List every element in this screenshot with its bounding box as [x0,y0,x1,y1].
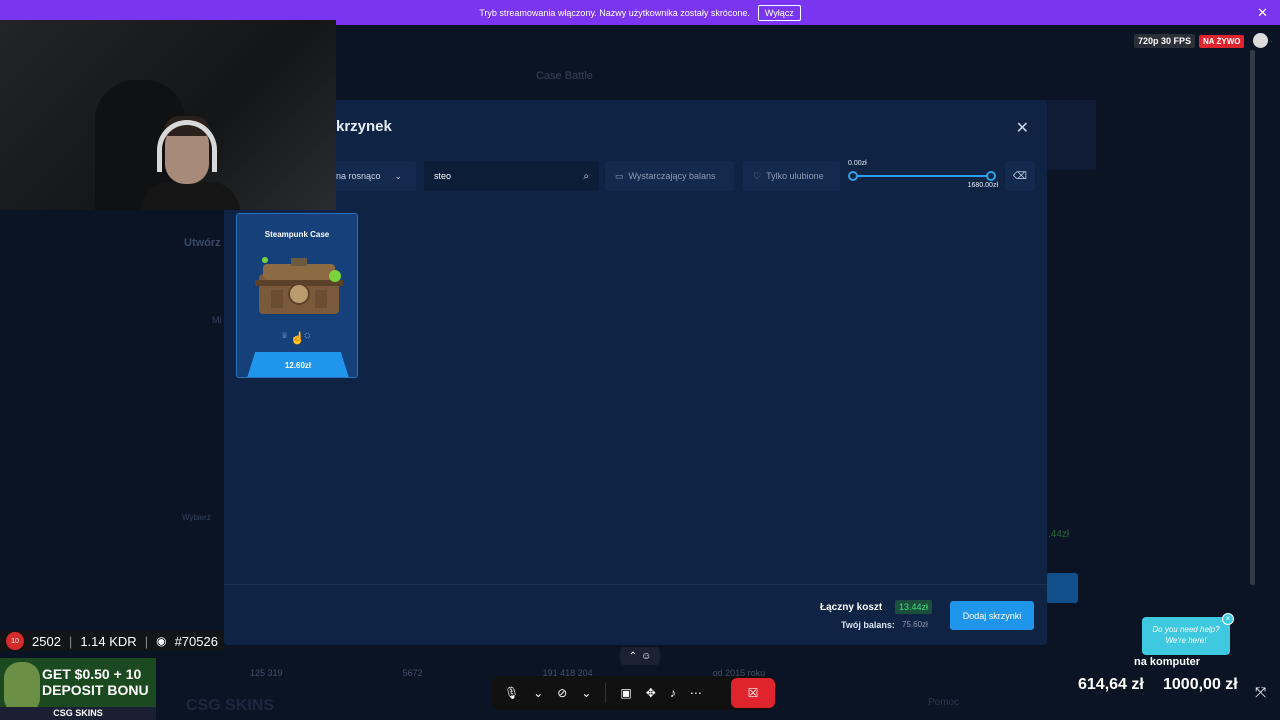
close-icon[interactable]: × [1222,613,1234,625]
bg-footer-help: Pomoc [928,697,960,708]
goal-target: 1000,00 zł [1163,676,1238,693]
live-badge: NA ŻYWO [1199,35,1245,48]
case-card[interactable]: Steampunk Case ♛ ⛭ 12.60zł [236,213,358,378]
range-min-label: 0.00zł [848,160,867,167]
case-picker-modal: krzynek ✕ na rosnąco ⌄ ⌕ ▭ Wystarczający… [224,100,1047,645]
case-image [255,257,343,314]
resize-cursor-icon: ⤧ [1255,684,1267,700]
eraser-icon: ⌫ [1012,170,1028,182]
add-cases-button[interactable]: Dodaj skrzynki [950,601,1034,630]
chat-icon[interactable] [1253,33,1268,48]
total-cost-value: 13.44zł [895,600,933,614]
webcam-shirt [140,182,240,210]
promo-line-1: GET $0.50 + 10 [42,666,142,682]
modal-title: krzynek [336,118,392,135]
camera-off-icon[interactable]: ⊘ [557,686,567,700]
chevron-down-icon[interactable]: ⌄ [533,686,543,700]
bg-choose-label: Wybierz [182,513,211,522]
sort-select[interactable]: na rosnąco ⌄ [326,161,416,191]
promo-line-2: DEPOSIT BONU [42,682,149,698]
hangup-icon: ☒ [747,686,759,700]
info-icon[interactable]: ⛭ [304,331,310,341]
price-range-slider[interactable]: 0.00zł 1680.00zł [848,158,998,194]
activities-icon[interactable]: ✥ [646,686,656,700]
search-box[interactable]: ⌕ [424,161,599,191]
stat-kdr: 1.14 KDR [80,633,137,649]
wallet-icon: ▭ [615,170,624,181]
stat-rating: 2502 [32,633,61,649]
footer-divider [224,584,1047,585]
bg-stat: 5672 [402,668,423,678]
disconnect-button[interactable]: ☒ [731,678,775,708]
reset-filters-button[interactable]: ⌫ [1005,161,1035,191]
faceit-stats-bar: 10 2502 | 1.14 KDR | ◉ #70526 [0,631,224,651]
bg-sub-label: Mi [212,315,222,325]
chevron-down-icon: ⌄ [394,170,403,181]
goal-current: 614,64 zł [1078,676,1144,693]
stat-divider: | [144,633,149,649]
bg-footer-logo: CSG SKINS [186,697,275,714]
more-icon[interactable]: ⋯ [690,686,702,700]
bg-create-label: Utwórz [184,237,221,249]
chevron-down-icon[interactable]: ⌄ [581,686,591,700]
heart-icon: ♡ [753,170,762,181]
globe-icon: ◉ [156,634,167,648]
balance-label: Twój balans: [841,620,895,630]
balance-value: 75.60zł [902,620,928,629]
filter-balance-label: Wystarczający balans [628,171,716,181]
case-price[interactable]: 12.60zł [247,352,349,377]
call-expand-toggle[interactable]: ⌃ ☺ [620,647,660,665]
close-icon[interactable]: ✕ [1016,118,1029,138]
webcam-overlay [0,20,336,210]
screen-share-icon[interactable]: ▣ [620,686,631,700]
scrollbar[interactable] [1250,50,1255,585]
crown-icon[interactable]: ♛ [281,331,288,341]
search-icon[interactable]: ⌕ [583,171,589,182]
filter-favorites-button[interactable]: ♡ Tylko ulubione [743,161,840,191]
stat-divider: | [68,633,73,649]
case-name: Steampunk Case [264,230,330,239]
background-nav: Case Battle [336,63,1096,89]
disable-streaming-button[interactable]: Wyłącz [757,4,801,21]
bg-nav-item: Case Battle [536,70,593,82]
microphone-icon[interactable]: 🎙︎ [504,686,519,700]
people-icon: ☺ [641,650,652,662]
headset-icon [157,120,217,172]
goal-label: na komputer [1134,656,1201,668]
total-cost-label: Łączny koszt [820,602,883,613]
range-max-label: 1680.00zł [967,182,998,189]
range-track[interactable] [853,175,991,177]
search-input[interactable] [434,171,554,181]
soundboard-icon[interactable]: ♪ [670,686,676,700]
close-icon[interactable]: ✕ [1257,5,1268,21]
bg-right-value: .44zł [1048,529,1070,540]
promo-banner: GET $0.50 + 10 DEPOSIT BONU CSG SKINS [0,658,156,720]
bg-right-button [1046,573,1078,603]
range-max-handle[interactable] [986,171,996,181]
filter-balance-button[interactable]: ▭ Wystarczający balans [605,161,734,191]
stat-rank: #70526 [174,633,218,649]
sort-label: na rosnąco [336,171,381,181]
banner-text: Tryb streamowania włączony. Nazwy użytko… [479,7,750,18]
promo-brand: CSG SKINS [0,707,156,720]
help-chat-bubble[interactable]: Do you need help? We're here! [1142,617,1230,655]
stream-quality-badge: 720p 30 FPS [1134,34,1196,48]
toolbar-divider [605,683,607,703]
filter-favorites-label: Tylko ulubione [766,171,824,181]
background-left-panel: Utwórz Mi Wybierz [170,225,230,625]
bg-stat: 125 319 [250,668,283,678]
range-min-handle[interactable] [848,171,858,181]
level-icon: 10 [6,632,24,650]
mouse-cursor-icon: ☝ [290,331,305,345]
chevron-up-icon: ⌃ [628,650,638,662]
